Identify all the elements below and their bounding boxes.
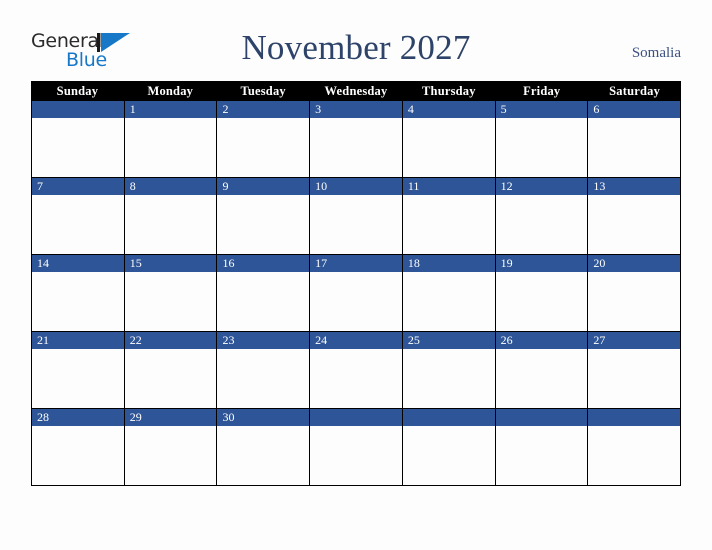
day-cell[interactable]: 27	[587, 332, 682, 409]
day-cell[interactable]: 3	[309, 101, 402, 178]
day-header-friday: Friday	[523, 84, 561, 98]
day-cell[interactable]	[587, 409, 682, 486]
day-number: 19	[500, 256, 513, 270]
day-cell[interactable]	[494, 409, 588, 486]
day-cell[interactable]: 26	[494, 332, 588, 409]
day-cell[interactable]: 11	[401, 178, 495, 255]
day-header-tuesday: Tuesday	[240, 84, 286, 98]
day-cell[interactable]: 2	[216, 101, 310, 178]
day-number: 11	[407, 179, 420, 193]
day-number-bar	[310, 101, 402, 118]
day-cell[interactable]: 25	[401, 332, 495, 409]
day-cell[interactable]: 16	[216, 255, 310, 332]
day-number: 9	[222, 179, 229, 193]
day-cell[interactable]: 4	[401, 101, 495, 178]
day-number: 12	[500, 179, 513, 193]
day-number-bar	[495, 101, 588, 118]
day-cell[interactable]: 13	[587, 178, 682, 255]
day-cell[interactable]: 30	[216, 409, 310, 486]
day-number-bar	[495, 409, 588, 426]
day-cell[interactable]: 15	[123, 255, 217, 332]
day-number-bar	[124, 101, 217, 118]
day-cell[interactable]: 28	[31, 409, 124, 486]
day-cell[interactable]: 18	[401, 255, 495, 332]
calendar-grid: Sunday Monday Tuesday Wednesday Thursday…	[31, 81, 682, 486]
day-of-week-header-row: Sunday Monday Tuesday Wednesday Thursday…	[31, 81, 681, 101]
page-header: General Blue November 2027 Somalia	[0, 0, 712, 80]
day-number: 14	[37, 256, 49, 270]
day-number-bar	[32, 101, 124, 118]
day-cell[interactable]	[309, 409, 402, 486]
day-cell[interactable]: 22	[123, 332, 217, 409]
week-row: 21 22 23 24 25 26 27	[31, 332, 682, 409]
page-title: November 2027	[241, 28, 471, 67]
day-number: 22	[129, 333, 142, 347]
day-number: 29	[129, 410, 142, 424]
day-number-bar	[588, 409, 681, 426]
day-number-bar	[310, 409, 402, 426]
day-number-bar	[217, 101, 310, 118]
day-cell[interactable]: 10	[309, 178, 402, 255]
day-number-bar	[402, 409, 495, 426]
day-cell[interactable]: 14	[31, 255, 124, 332]
day-cell[interactable]: 24	[309, 332, 402, 409]
day-number: 6	[593, 102, 600, 116]
day-cell[interactable]: 23	[216, 332, 310, 409]
country-label: Somalia	[631, 45, 681, 61]
week-row: 28 29 30	[31, 409, 682, 486]
day-number: 15	[129, 256, 142, 270]
day-number: 13	[593, 179, 606, 193]
day-cell[interactable]: 1	[123, 101, 217, 178]
day-number: 30	[222, 410, 235, 424]
day-cell[interactable]	[401, 409, 495, 486]
day-cell[interactable]	[31, 101, 124, 178]
day-number-bar	[217, 178, 310, 195]
day-cell[interactable]: 29	[123, 409, 217, 486]
day-number: 16	[222, 256, 235, 270]
day-cell[interactable]: 21	[31, 332, 124, 409]
day-header-monday: Monday	[147, 84, 194, 98]
day-number: 24	[315, 333, 328, 347]
day-header-saturday: Saturday	[609, 84, 661, 98]
day-cell[interactable]: 5	[494, 101, 588, 178]
day-cell[interactable]: 7	[31, 178, 124, 255]
day-number: 28	[37, 410, 49, 424]
day-cell[interactable]: 9	[216, 178, 310, 255]
day-cell[interactable]: 20	[587, 255, 682, 332]
day-number: 23	[222, 333, 235, 347]
day-cell[interactable]: 12	[494, 178, 588, 255]
week-row: 14 15 16 17 18 19 20	[31, 255, 682, 332]
day-number: 25	[407, 333, 420, 347]
day-number: 8	[129, 179, 136, 193]
calendar-page: General Blue November 2027 Somalia Sunda…	[0, 0, 712, 550]
day-number: 18	[407, 256, 420, 270]
day-header-wednesday: Wednesday	[324, 84, 388, 98]
day-number: 27	[593, 333, 606, 347]
day-cell[interactable]: 8	[123, 178, 217, 255]
day-number: 17	[315, 256, 328, 270]
day-cell[interactable]: 6	[587, 101, 682, 178]
day-number: 1	[129, 102, 136, 116]
day-number: 7	[37, 179, 43, 193]
day-number-bar	[588, 101, 681, 118]
day-number-bar	[32, 178, 124, 195]
day-number: 2	[222, 102, 229, 116]
day-number-bar	[402, 101, 495, 118]
day-number: 3	[315, 102, 322, 116]
day-number-bar	[124, 178, 217, 195]
day-cell[interactable]: 19	[494, 255, 588, 332]
day-number: 26	[500, 333, 513, 347]
week-row: 1 2 3 4 5 6	[31, 101, 682, 178]
day-number: 21	[37, 333, 49, 347]
day-header-thursday: Thursday	[422, 84, 476, 98]
day-number: 5	[500, 102, 507, 116]
day-number: 4	[407, 102, 414, 116]
day-cell[interactable]: 17	[309, 255, 402, 332]
day-number: 20	[593, 256, 606, 270]
week-row: 7 8 9 10 11 12 13	[31, 178, 682, 255]
day-header-sunday: Sunday	[56, 84, 99, 98]
day-number: 10	[315, 179, 328, 193]
